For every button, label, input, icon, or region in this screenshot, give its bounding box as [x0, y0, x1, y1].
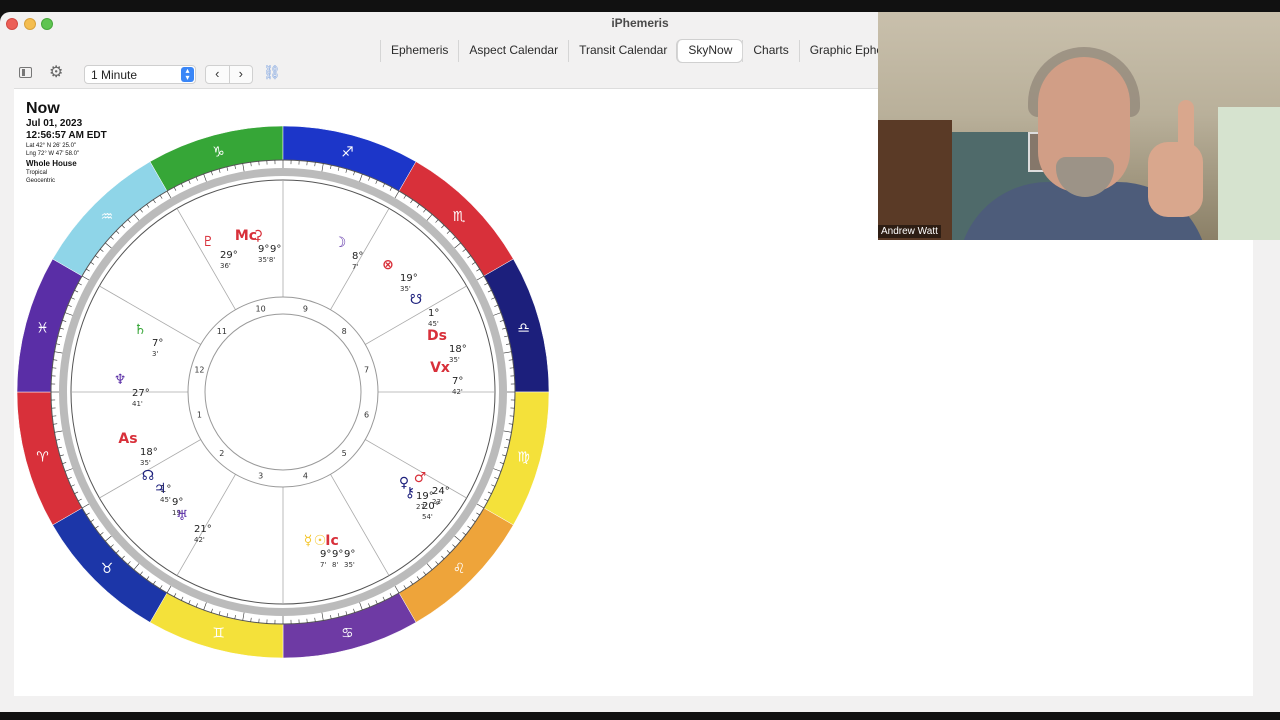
chart-date: Jul 01, 2023	[26, 118, 83, 129]
link-icon[interactable]: ⛓	[263, 64, 281, 81]
chart-time: 12:56:57 AM EDT	[26, 130, 107, 141]
interval-value: 1 Minute	[91, 68, 138, 82]
tab-transit-calendar[interactable]: Transit Calendar	[568, 40, 677, 62]
participant-name: Andrew Watt	[878, 225, 941, 238]
tab-skynow[interactable]: SkyNow	[677, 40, 743, 62]
chart-header: Now Jul 01, 2023 12:56:57 AM EDT Lat 42°…	[26, 100, 107, 185]
tab-charts[interactable]: Charts	[742, 40, 798, 62]
interval-select[interactable]: 1 Minute ▴ ▾	[84, 65, 196, 84]
bookshelf	[878, 120, 952, 240]
tab-ephemeris[interactable]: Ephemeris	[380, 40, 458, 62]
screen: iPhemeris Ephemeris Aspect Calendar Tran…	[0, 0, 1280, 720]
chart-lat: Lat 42° N 26' 25.0"	[26, 143, 77, 149]
zodiac-type: Tropical	[26, 170, 48, 176]
chevron-updown-icon: ▴ ▾	[181, 67, 194, 82]
person-hand	[1148, 142, 1203, 217]
chart-title: Now	[26, 100, 60, 117]
person-finger	[1178, 100, 1194, 155]
gear-icon[interactable]: ⚙	[49, 62, 63, 82]
tab-aspect-calendar[interactable]: Aspect Calendar	[458, 40, 568, 62]
chevron-left-icon[interactable]: ‹	[206, 66, 230, 83]
room-window	[1218, 107, 1280, 240]
chevron-right-icon[interactable]: ›	[230, 66, 253, 83]
perspective: Geocentric	[26, 178, 56, 184]
step-nav: ‹ ›	[205, 65, 253, 84]
video-overlay: Andrew Watt	[878, 12, 1280, 240]
chart-lng: Lng 72° W 47' 58.0"	[26, 151, 80, 157]
house-system: Whole House	[26, 159, 77, 168]
tab-bar: Ephemeris Aspect Calendar Transit Calend…	[380, 40, 910, 62]
sidebar-icon[interactable]	[19, 67, 32, 78]
